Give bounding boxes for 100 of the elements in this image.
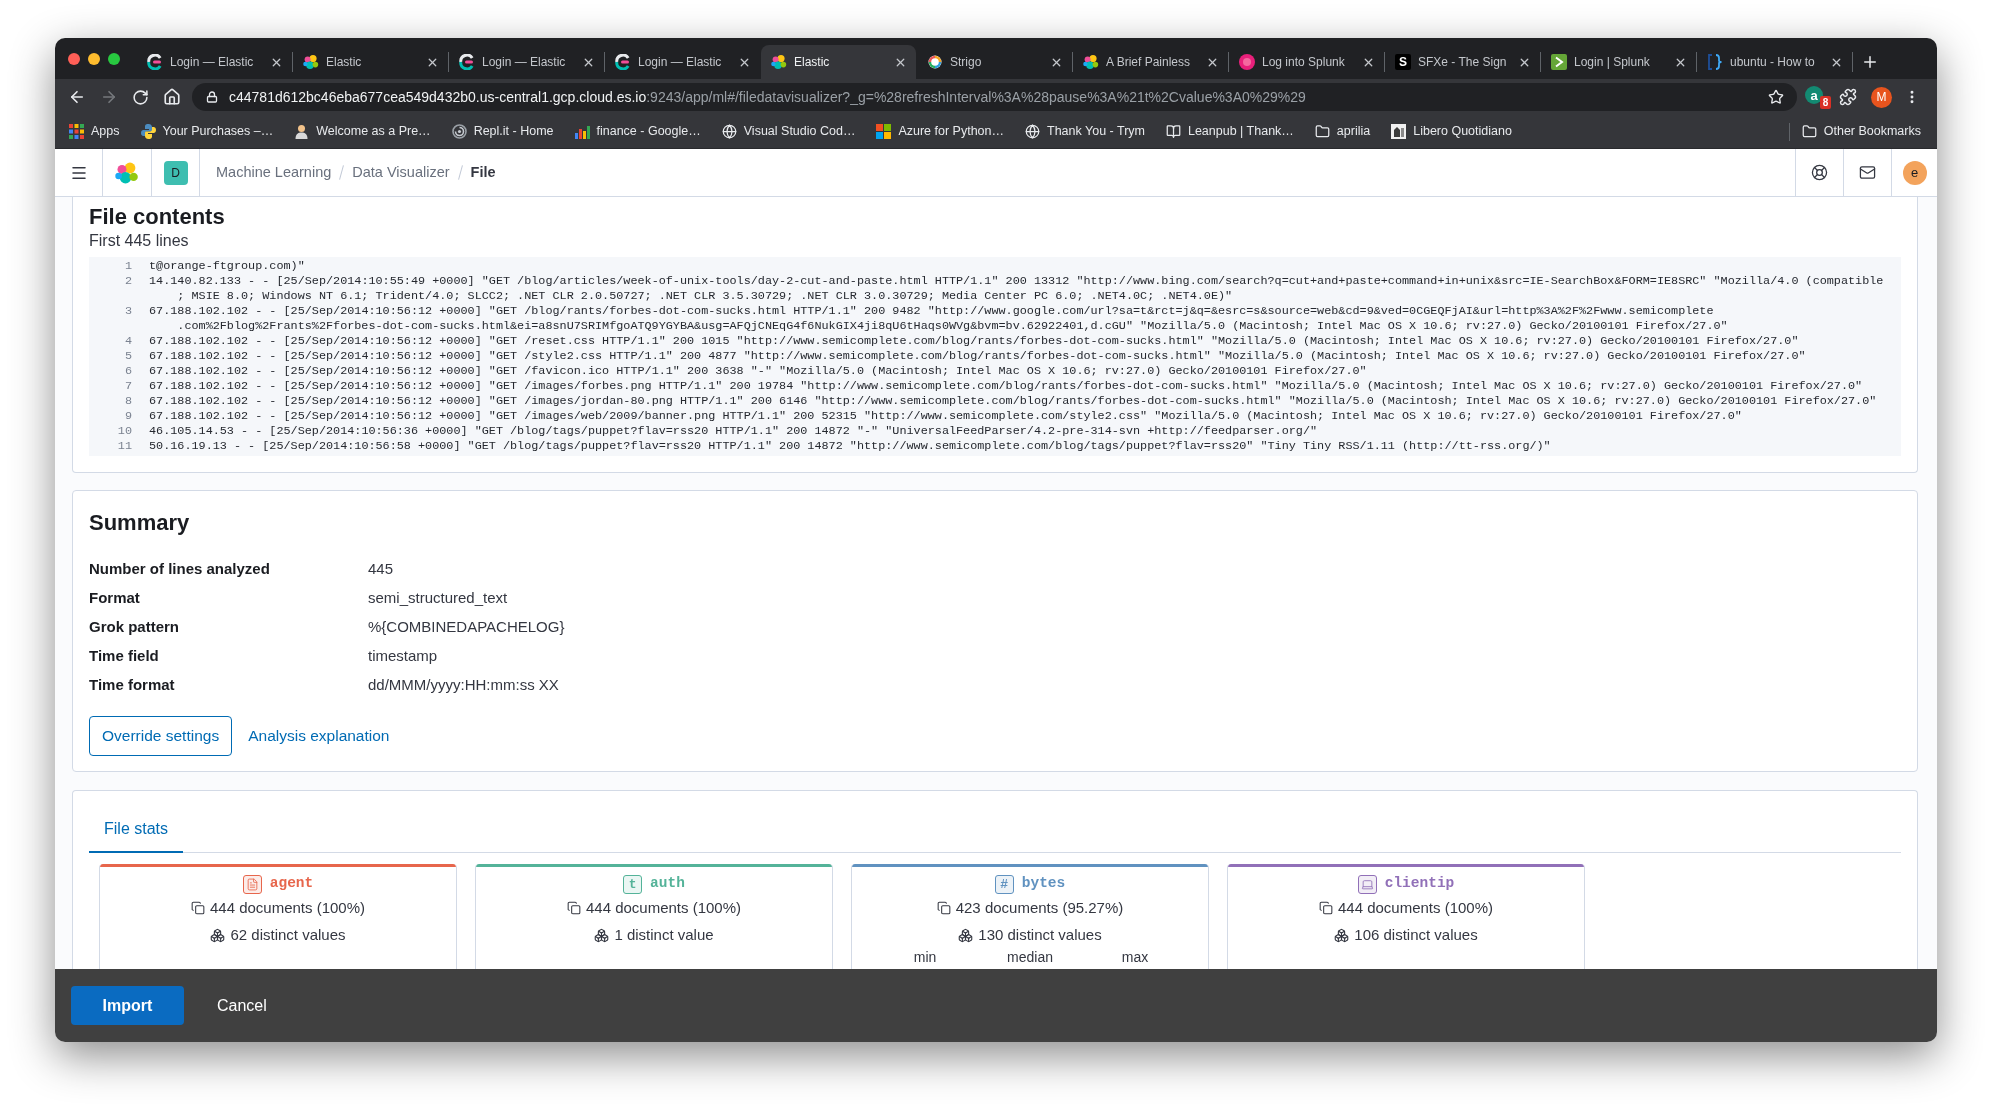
field-value: dd/MMM/yyyy:HH:mm:ss XX — [368, 675, 559, 696]
four-squares-icon — [876, 124, 892, 139]
space-avatar[interactable]: D — [163, 160, 188, 185]
file-stats-tab[interactable]: File stats — [89, 807, 183, 853]
home-icon[interactable] — [163, 88, 181, 106]
circles-logo-icon — [303, 54, 319, 70]
bookmark[interactable]: Your Purchases –… — [136, 118, 278, 145]
code-line: 67.188.102.102 - - [25/Sep/2014:10:56:12 +0000] "GET /images/forbes.png HTTP/1.1" 200 19784 "http://www.semicomplete.com/blog/rants/forbes-dot-com-sucks.html" "Mozilla/5.0 (Macintosh; Intel Mac OS X 10.6; rv:27.0) Gecko/20100101 Firefox/27.0" — [149, 379, 1863, 394]
brackets-icon — [1707, 54, 1723, 70]
override-settings-button[interactable]: Override settings — [89, 716, 233, 756]
bookmark[interactable]: Welcome as a Pre… — [290, 118, 435, 145]
browser-tab[interactable]: Log into Splunk — [1229, 45, 1384, 79]
count-badge: 8 — [1820, 96, 1831, 109]
bookmark[interactable]: Azure for Python… — [872, 118, 1008, 145]
stat-label: median — [1007, 949, 1053, 966]
type-badge: # — [994, 874, 1014, 894]
browser-tab[interactable]: Login — Elastic — [449, 45, 604, 79]
field-label: Grok pattern — [89, 617, 179, 638]
extension-logo[interactable]: a — [1805, 86, 1823, 104]
browser-tab[interactable]: S SFXe - The Sign — [1385, 45, 1540, 79]
lock-icon[interactable] — [206, 91, 218, 103]
arc-logo-icon — [459, 54, 475, 70]
browser-tab[interactable]: ubuntu - How to — [1697, 45, 1852, 79]
apps-grid-icon — [69, 124, 84, 139]
arc-logo-icon — [615, 54, 631, 70]
import-button[interactable]: Import — [71, 986, 184, 1025]
code-line: 67.188.102.102 - - [25/Sep/2014:10:56:12 +0000] "GET /blog/rants/forbes-dot-com-sucks.html HTTP/1.1" 200 9482 "http://www.google.com/url?sa=t&rct=j&q=&esrc=s&source=web&cd=9&ved=0CGEQFjAI&url=http%3A%2F%2Fwww.semicomplete — [149, 304, 1714, 319]
laptop-type-icon — [1357, 874, 1377, 894]
circles-logo-icon[interactable] — [115, 160, 139, 185]
chevron-tile-icon — [1551, 54, 1567, 70]
address-bar[interactable]: c44781d612bc46eba677cea549d432b0.us-central1.gcp.cloud.es.io:9243/app/ml#/filedatavisualizer?_g=%28refreshInterval%3A%28pause%3A%21t%2Cvalue%3A0%29%29 — [192, 83, 1797, 111]
code-line: t@orange-ftgroup.com)" — [149, 259, 305, 274]
document-count: 444 documents (100%) — [1337, 897, 1494, 918]
bookmark[interactable]: Apps — [65, 118, 124, 145]
bookmark[interactable]: Other Bookmarks — [1797, 118, 1925, 145]
bookmark[interactable]: aprilia — [1310, 118, 1375, 145]
line-number: 4 — [124, 334, 132, 349]
help-icon[interactable] — [1811, 164, 1828, 181]
cubes-icon — [594, 927, 610, 943]
code-line: ; MSIE 8.0; Windows NT 6.1; Trident/4.0; SLCC2; .NET CLR 2.0.50727; .NET CLR 3.5.30729; .NET CLR 3.0.30729; Media Center PC 6.0; .NET4.0C; .NET4.0E)" — [177, 289, 1233, 304]
browser-tab[interactable]: Elastic — [761, 45, 916, 79]
bookmark[interactable]: Leanpub | Thank… — [1161, 118, 1298, 145]
book-icon — [1165, 124, 1181, 139]
line-number: 8 — [124, 394, 132, 409]
line-number: 5 — [124, 349, 132, 364]
bookmark[interactable]: Visual Studio Cod… — [717, 118, 860, 145]
mail-icon[interactable] — [1859, 164, 1876, 181]
close-window-button[interactable] — [68, 52, 80, 65]
bookmark[interactable]: Thank You - Trym — [1021, 118, 1149, 145]
code-line: 67.188.102.102 - - [25/Sep/2014:10:56:12 +0000] "GET /images/web/2009/banner.png HTTP/1.1" 200 52315 "http://www.semicomplete.com/style2.css" "Mozilla/5.0 (Macintosh; Intel Mac OS X 10.6; rv:27.0) Gecko/20100101 Firefox/27.0" — [149, 409, 1742, 424]
breadcrumb[interactable]: Data Visualizer — [352, 161, 450, 184]
browser-tab[interactable]: Login — Elastic — [605, 45, 760, 79]
browser-tab[interactable]: Strigo — [917, 45, 1072, 79]
field-value: %{COMBINEDAPACHELOG} — [368, 617, 565, 638]
panel-title: Summary — [89, 509, 191, 537]
url-text[interactable]: c44781d612bc46eba677cea549d432b0.us-central1.gcp.cloud.es.io:9243/app/ml#/filedatavisualizer?_g=%28refreshInterval%3A%28pause%3A%21t%2Cvalue%3A0%29%29 — [229, 86, 1306, 108]
code-line: 67.188.102.102 - - [25/Sep/2014:10:56:12 +0000] "GET /style2.css HTTP/1.1" 200 4877 "http://www.semicomplete.com/blog/rants/forbes-dot-com-sucks.html" "Mozilla/5.0 (Macintosh; Intel Mac OS X 10.6; rv:27.0) Gecko/20100101 Firefox/27.0" — [149, 349, 1806, 364]
back-icon[interactable] — [68, 88, 86, 106]
cancel-button[interactable]: Cancel — [205, 986, 279, 1025]
breadcrumb[interactable]: Machine Learning — [216, 161, 332, 184]
folder-icon — [1801, 124, 1817, 139]
zoom-window-button[interactable] — [108, 52, 120, 65]
bookmark-star-icon[interactable] — [1768, 89, 1784, 105]
profile-avatar[interactable]: M — [1871, 86, 1892, 108]
code-line: 46.105.14.53 - - [25/Sep/2014:10:56:36 +0000] "GET /blog/tags/puppet?flav=rss20 HTTP/1.1" 200 14872 "-" "UniversalFeedParser/4.2-pre-314-svn +http://feedparser.org/" — [149, 424, 1318, 439]
interlocked-shapes-icon — [140, 124, 156, 139]
code-line: 67.188.102.102 - - [25/Sep/2014:10:56:12 +0000] "GET /reset.css HTTP/1.1" 200 1015 "http://www.semicomplete.com/blog/rants/forbes-dot-com-sucks.html" "Mozilla/5.0 (Macintosh; Intel Mac OS X 10.6; rv:27.0) Gecko/20100101 Firefox/27.0" — [149, 334, 1799, 349]
field-value: 445 — [368, 559, 394, 580]
distinct-count: 130 distinct values — [978, 924, 1102, 945]
documents-icon — [1318, 901, 1333, 915]
chart-icon — [574, 124, 590, 139]
field-label: Time field — [89, 646, 159, 667]
new-tab-icon[interactable] — [1861, 53, 1879, 71]
documents-icon — [190, 901, 205, 915]
puzzle-icon[interactable] — [1839, 88, 1857, 106]
line-number: 9 — [124, 409, 132, 424]
user-avatar[interactable]: e — [1902, 160, 1927, 185]
code-line: 67.188.102.102 - - [25/Sep/2014:10:56:12 +0000] "GET /images/jordan-80.png HTTP/1.1" 200 6146 "http://www.semicomplete.com/blog/rants/forbes-dot-com-sucks.html" "Mozilla/5.0 (Macintosh; Intel Mac OS X 10.6; rv:27.0) Gecko/20100101 Firefox/27.0" — [149, 394, 1877, 409]
minimize-window-button[interactable] — [88, 52, 100, 65]
letter-tile: S — [1395, 54, 1411, 70]
line-number: 10 — [117, 424, 132, 439]
field-name: clientip — [1384, 874, 1455, 894]
person-icon — [294, 124, 310, 139]
distinct-count: 62 distinct values — [230, 924, 346, 945]
field-value: semi_structured_text — [368, 588, 508, 609]
bookmark[interactable]: Repl.it - Home — [447, 118, 558, 145]
explanation-link[interactable]: Analysis explanation — [245, 716, 393, 756]
code-line: 14.140.82.133 - - [25/Sep/2014:10:55:49 +0000] "GET /blog/articles/week-of-unix-tools/day-2-cut-and-paste.html HTTP/1.1" 200 13312 "http://www.bing.com/search?q=cut+and+paste+command+in+unix&src=IE-SearchBox&FORM=IE8SRC" "Mozilla/4.0 (compatible — [149, 274, 1884, 289]
browser-tab[interactable]: Login — Elastic — [137, 45, 292, 79]
browser-tab[interactable]: A Brief Painless — [1073, 45, 1228, 79]
browser-tab[interactable]: Login | Splunk — [1541, 45, 1696, 79]
bookmark[interactable]: finance - Google… — [570, 118, 705, 145]
line-number: 3 — [124, 304, 132, 319]
type-badge: t — [623, 874, 643, 894]
cubes-icon — [210, 927, 226, 943]
reload-icon[interactable] — [132, 88, 149, 106]
field-label: Number of lines analyzed — [89, 559, 270, 580]
bookmark[interactable]: Libero Quotidiano — [1387, 118, 1516, 145]
browser-tab[interactable]: Elastic — [293, 45, 448, 79]
stat-label: max — [1121, 949, 1149, 966]
